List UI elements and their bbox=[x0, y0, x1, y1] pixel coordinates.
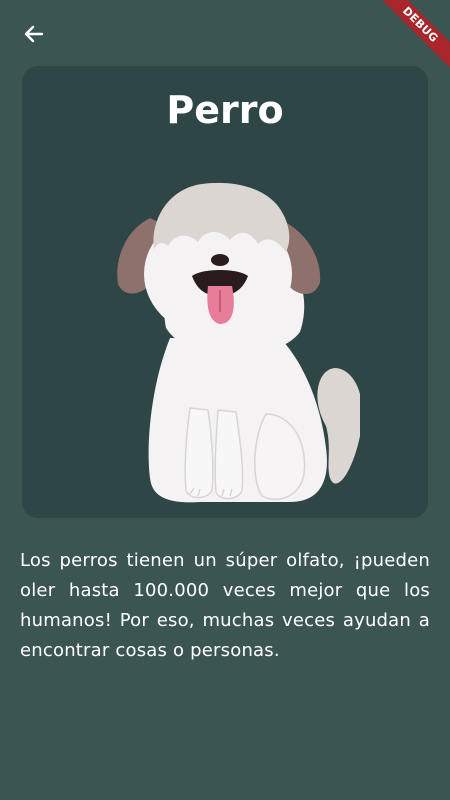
arrow-left-icon bbox=[24, 25, 44, 43]
animal-title: Perro bbox=[166, 88, 284, 132]
animal-card: Perro bbox=[22, 66, 428, 518]
back-button[interactable] bbox=[18, 18, 50, 50]
debug-label: DEBUG bbox=[371, 0, 450, 74]
animal-description: Los perros tienen un súper olfato, ¡pued… bbox=[20, 550, 430, 661]
dog-illustration bbox=[117, 182, 360, 503]
